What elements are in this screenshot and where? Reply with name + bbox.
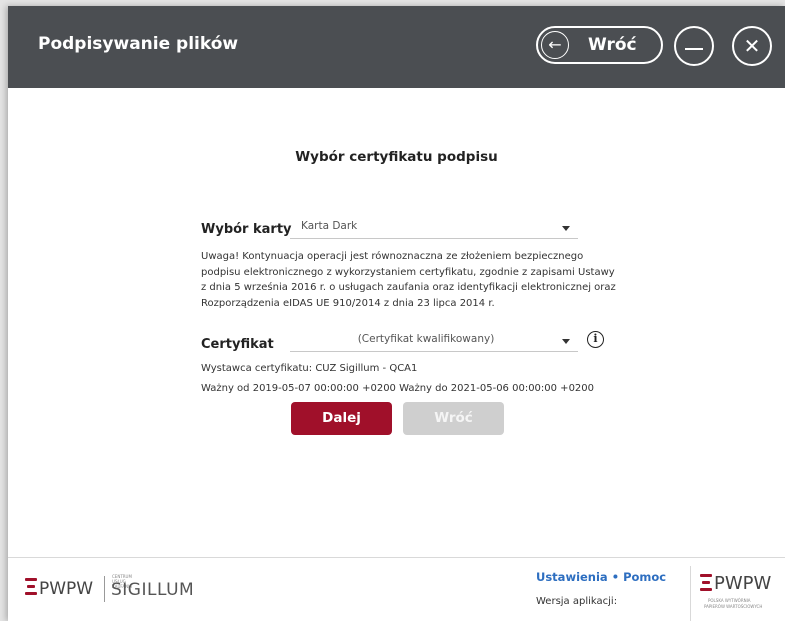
- close-button[interactable]: ✕: [732, 26, 772, 66]
- certificate-label: Certyfikat: [201, 337, 274, 352]
- card-label: Wybór karty: [201, 222, 292, 237]
- footer-links: Ustawienia • Pomoc: [536, 570, 666, 584]
- pwpw-mark-icon: [700, 574, 712, 596]
- pwpw-mark-icon: [25, 578, 37, 600]
- header-back-label: Wróć: [588, 35, 637, 55]
- close-icon: ✕: [743, 34, 761, 58]
- title-bar: Podpisywanie plików ← Wróć ✕: [8, 6, 785, 88]
- help-link[interactable]: Pomoc: [623, 570, 666, 584]
- logo-left-name: SIGILLUM: [111, 580, 195, 600]
- certificate-select[interactable]: (Certyfikat kwalifikowany): [290, 331, 578, 352]
- footer-vertical-divider: [690, 566, 691, 621]
- app-window: Podpisywanie plików ← Wróć ✕ Wybór certy…: [8, 6, 785, 621]
- chevron-down-icon: [562, 339, 570, 344]
- legal-notice: Uwaga! Kontynuacja operacji jest równozn…: [201, 251, 616, 309]
- minimize-icon: [685, 48, 703, 50]
- certificate-select-value: (Certyfikat kwalifikowany): [357, 333, 495, 345]
- link-separator: •: [611, 570, 620, 584]
- certificate-issuer: Wystawca certyfikatu: CUZ Sigillum - QCA…: [201, 363, 418, 374]
- arrow-left-icon: ←: [541, 31, 569, 59]
- certificate-validity: Ważny od 2019-05-07 00:00:00 +0200 Ważny…: [201, 383, 595, 394]
- card-select[interactable]: Karta Dark: [290, 218, 578, 239]
- info-icon[interactable]: i: [587, 331, 604, 348]
- settings-link[interactable]: Ustawienia: [536, 570, 608, 584]
- section-title: Wybór certyfikatu podpisu: [295, 149, 498, 165]
- logo-right-line2: PAPIERÓW WARTOŚCIOWYCH: [704, 604, 763, 609]
- minimize-button[interactable]: [674, 26, 714, 66]
- next-button[interactable]: Dalej: [291, 402, 392, 435]
- pwpw-logo: PWPW POLSKA WYTWÓRNIA PAPIERÓW WARTOŚCIO…: [700, 571, 780, 616]
- card-select-value: Karta Dark: [301, 220, 358, 232]
- back-button[interactable]: Wróć: [403, 402, 504, 435]
- footer-divider: [8, 557, 785, 558]
- logo-left-brand: PWPW: [39, 579, 94, 599]
- header-back-button[interactable]: ← Wróć: [536, 26, 663, 64]
- version-label: Wersja aplikacji:: [536, 596, 618, 607]
- window-title: Podpisywanie plików: [38, 34, 239, 54]
- logo-right-brand: PWPW: [714, 573, 772, 594]
- chevron-down-icon: [562, 226, 570, 231]
- logo-right-line1: POLSKA WYTWÓRNIA: [708, 598, 751, 603]
